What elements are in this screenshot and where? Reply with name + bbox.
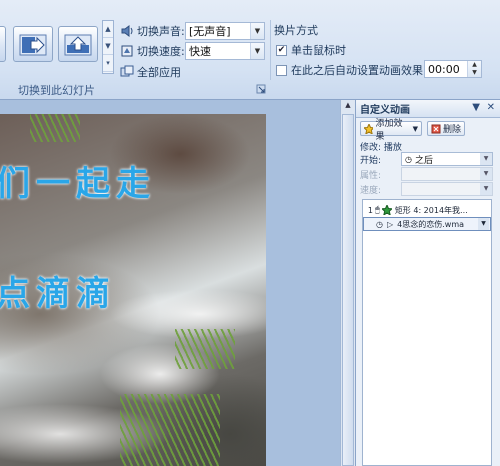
chevron-down-icon: ▼ (480, 168, 492, 180)
item-index: 1 (367, 205, 373, 215)
item-text: 矩形 4: 2014年我... (394, 205, 468, 215)
vertical-scrollbar[interactable]: ▲ (340, 100, 355, 466)
clock-icon: ◷ (405, 154, 412, 164)
add-effect-button[interactable]: 添加效果 ▼ (360, 119, 422, 142)
transition-gallery-scroll[interactable]: ▲ ▼ ▾ (102, 20, 114, 74)
speed-dropdown-pane: ▼ (401, 182, 493, 196)
auto-after-checkbox[interactable]: 在此之后自动设置动画效果: (276, 62, 427, 78)
add-effect-label: 添加效果 (375, 118, 403, 142)
modify-label: 修改: 播放 (360, 143, 402, 153)
grass-decoration (175, 329, 235, 369)
push-right-icon (19, 34, 47, 56)
auto-after-time-value: 00:00 (428, 62, 460, 76)
on-click-checkbox[interactable]: ✔ 单击鼠标时 (276, 42, 346, 58)
animation-list[interactable]: 1 🖱 矩形 4: 2014年我... ◷ ▷ 4思念的恋伤.wma ▼ (362, 199, 492, 466)
apply-all-button[interactable]: 全部应用 (120, 64, 181, 80)
slide-canvas[interactable]: 们一起走 点滴滴 (0, 114, 266, 466)
start-label: 开始: (360, 156, 382, 166)
advance-slide-label: 换片方式 (274, 24, 318, 37)
push-up-icon (64, 34, 92, 56)
chevron-down-icon: ▼ (480, 153, 492, 165)
list-item-selected[interactable]: ◷ ▷ 4思念的恋伤.wma ▼ (363, 217, 491, 231)
apply-all-label: 全部应用 (137, 66, 181, 79)
speed-label: 切换速度: (137, 45, 185, 58)
speed-dropdown[interactable]: 快速 ▼ (185, 42, 265, 60)
remove-label: 删除 (443, 125, 462, 135)
advance-slide-title: 换片方式 (274, 22, 318, 38)
grass-decoration (30, 114, 80, 142)
auto-after-time-input[interactable]: 00:00 ▲ ▼ (424, 60, 482, 78)
group-separator (270, 20, 271, 80)
on-click-label: 单击鼠标时 (291, 44, 346, 57)
scrollbar-thumb[interactable] (342, 114, 354, 466)
grass-decoration (120, 394, 220, 466)
star-icon (364, 123, 374, 134)
auto-after-label: 在此之后自动设置动画效果: (291, 64, 427, 77)
speed-row: 切换速度: 快速 ▼ (120, 42, 265, 60)
sound-label: 切换声音: (137, 25, 185, 38)
item-text: 4思念的恋伤.wma (397, 219, 465, 229)
dialog-launcher-icon[interactable] (256, 84, 266, 94)
start-value: 之后 (414, 155, 433, 166)
close-icon[interactable]: ✕ (487, 102, 495, 113)
gallery-down-icon[interactable]: ▼ (103, 38, 113, 55)
spinner-icon[interactable]: ▲ ▼ (467, 61, 481, 77)
apply-all-icon (120, 65, 134, 77)
property-dropdown: ▼ (401, 167, 493, 181)
remove-button[interactable]: 删除 (427, 121, 465, 136)
mouse-icon: 🖱 (375, 205, 380, 214)
star-effect-icon (381, 205, 392, 215)
chevron-down-icon: ▼ (412, 124, 418, 133)
gallery-more-icon[interactable]: ▾ (103, 55, 113, 72)
start-dropdown[interactable]: ◷ 之后 ▼ (401, 152, 493, 166)
speed-value: 快速 (189, 45, 211, 58)
play-icon: ▷ (386, 219, 394, 229)
speed-icon (121, 45, 133, 57)
chevron-down-icon: ▼ (480, 183, 492, 195)
slide-text-line2[interactable]: 点滴滴 (0, 266, 116, 315)
sound-dropdown[interactable]: [无声音] ▼ (185, 22, 265, 40)
property-label: 属性: (360, 171, 382, 181)
transition-push-right[interactable] (13, 26, 53, 62)
list-item[interactable]: 1 🖱 矩形 4: 2014年我... (363, 203, 491, 217)
group-label: 切换到此幻灯片 (18, 84, 95, 97)
scroll-up-icon[interactable]: ▲ (342, 101, 354, 113)
chevron-down-icon: ▼ (250, 43, 264, 59)
on-click-check[interactable]: ✔ (276, 44, 287, 56)
pane-menu-icon[interactable]: ▼ (472, 102, 480, 113)
speaker-icon (121, 25, 133, 37)
chevron-down-icon: ▼ (250, 23, 264, 39)
transition-push-up[interactable] (58, 26, 98, 62)
slide-text-line1[interactable]: 们一起走 (0, 156, 156, 205)
ribbon-transitions: ▲ ▼ ▾ 切换声音: [无声音] ▼ 切换速度: 快速 ▼ 全部应用 换片方式… (0, 0, 500, 100)
chevron-down-icon[interactable]: ▼ (478, 218, 489, 230)
sound-value: [无声音] (189, 25, 231, 38)
auto-after-check[interactable] (276, 64, 287, 76)
clock-icon: ◷ (376, 219, 383, 229)
delete-icon (431, 124, 441, 133)
gallery-up-icon[interactable]: ▲ (103, 21, 113, 38)
speed-label-pane: 速度: (360, 186, 382, 196)
sound-row: 切换声音: [无声音] ▼ (120, 22, 265, 40)
transition-thumb-partial[interactable] (0, 26, 6, 62)
pane-title: 自定义动画 (360, 105, 410, 116)
